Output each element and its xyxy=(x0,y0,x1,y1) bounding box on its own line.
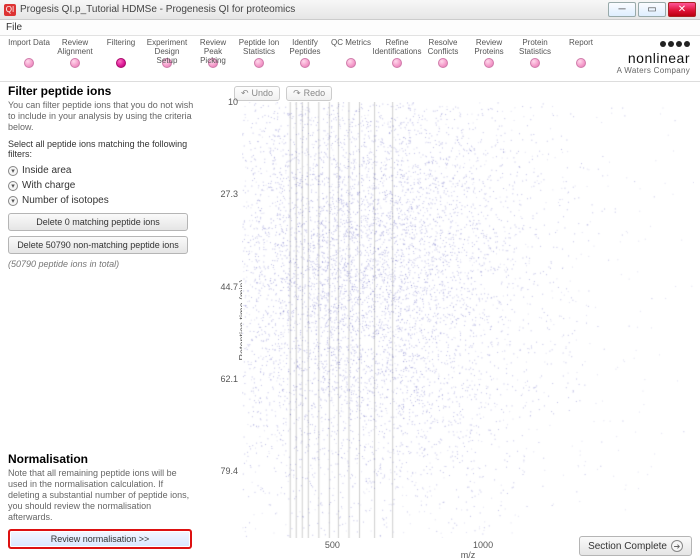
expander-label: Inside area xyxy=(22,165,71,176)
step-label: Peptide Ion Statistics xyxy=(236,38,282,56)
review-normalisation-button[interactable]: Review normalisation >> xyxy=(8,529,192,549)
scatter-plot: Retention time (min) 1027.344.762.179.4 xyxy=(202,102,694,538)
undo-label: Undo xyxy=(252,88,274,98)
step-dot-icon xyxy=(24,58,34,68)
step-dot-icon xyxy=(346,58,356,68)
undo-icon: ↶ xyxy=(241,88,249,99)
undo-button[interactable]: ↶ Undo xyxy=(234,86,280,101)
step-label: QC Metrics xyxy=(328,38,374,56)
step-dot-icon xyxy=(254,58,264,68)
step-label: Identify Peptides xyxy=(282,38,328,56)
step-dot-icon xyxy=(438,58,448,68)
workflow-step-review-proteins[interactable]: Review Proteins xyxy=(466,38,512,68)
workflow-steps: Import DataReview AlignmentFilteringExpe… xyxy=(0,36,700,82)
expander-with-charge[interactable]: ▾ With charge xyxy=(8,178,194,193)
workflow-step-review-peak-picking[interactable]: Review Peak Picking xyxy=(190,38,236,68)
step-label: Resolve Conflicts xyxy=(420,38,466,56)
redo-icon: ↷ xyxy=(293,88,301,99)
window-title: Progesis QI.p_Tutorial HDMSe - Progenesi… xyxy=(20,4,295,15)
chart-toolbar: ↶ Undo ↷ Redo xyxy=(202,82,700,102)
y-tick: 79.4 xyxy=(220,466,238,476)
x-tick: 500 xyxy=(325,540,340,550)
redo-label: Redo xyxy=(304,88,326,98)
arrow-right-icon: ➔ xyxy=(671,540,683,552)
brand-name: nonlinear xyxy=(617,50,690,66)
section-complete-label: Section Complete xyxy=(588,541,667,552)
app-icon: QI xyxy=(4,4,16,16)
y-tick: 44.7 xyxy=(220,282,238,292)
workflow-step-peptide-ion-statistics[interactable]: Peptide Ion Statistics xyxy=(236,38,282,68)
filters-lead: Select all peptide ions matching the fol… xyxy=(8,139,194,159)
delete-nonmatching-button[interactable]: Delete 50790 non-matching peptide ions xyxy=(8,236,188,254)
step-label: Import Data xyxy=(6,38,52,56)
delete-matching-button[interactable]: Delete 0 matching peptide ions xyxy=(8,213,188,231)
y-tick: 62.1 xyxy=(220,374,238,384)
filter-help: You can filter peptide ions that you do … xyxy=(8,100,194,133)
step-dot-icon xyxy=(70,58,80,68)
step-label: Refine Identifications xyxy=(374,38,420,56)
brand-block: nonlinear A Waters Company xyxy=(617,38,690,75)
workflow-step-refine-identifications[interactable]: Refine Identifications xyxy=(374,38,420,68)
step-dot-icon xyxy=(576,58,586,68)
total-note: (50790 peptide ions in total) xyxy=(8,259,194,269)
step-dot-icon xyxy=(300,58,310,68)
step-label: Report xyxy=(558,38,604,56)
step-label: Review Alignment xyxy=(52,38,98,56)
expander-label: Number of isotopes xyxy=(22,195,109,206)
redo-button[interactable]: ↷ Redo xyxy=(286,86,332,101)
y-tick: 10 xyxy=(228,97,238,107)
normalisation-help: Note that all remaining peptide ions wil… xyxy=(8,468,194,523)
filter-title: Filter peptide ions xyxy=(8,84,194,98)
workflow-step-protein-statistics[interactable]: Protein Statistics xyxy=(512,38,558,68)
workflow-step-identify-peptides[interactable]: Identify Peptides xyxy=(282,38,328,68)
expander-number-of-isotopes[interactable]: ▾ Number of isotopes xyxy=(8,193,194,208)
step-label: Filtering xyxy=(98,38,144,56)
chevron-down-icon: ▾ xyxy=(8,196,18,206)
normalisation-title: Normalisation xyxy=(8,452,194,466)
window-titlebar: QI Progesis QI.p_Tutorial HDMSe - Progen… xyxy=(0,0,700,20)
chevron-down-icon: ▾ xyxy=(8,166,18,176)
step-label: Experiment Design Setup xyxy=(144,38,190,56)
workflow-step-import-data[interactable]: Import Data xyxy=(6,38,52,68)
workflow-step-experiment-design-setup[interactable]: Experiment Design Setup xyxy=(144,38,190,68)
x-tick: 1000 xyxy=(473,540,493,550)
brand-sub: A Waters Company xyxy=(617,66,690,75)
chevron-down-icon: ▾ xyxy=(8,181,18,191)
brand-dots-icon xyxy=(617,38,690,50)
expander-inside-area[interactable]: ▾ Inside area xyxy=(8,163,194,178)
y-axis-ticks: 1027.344.762.179.4 xyxy=(214,102,240,538)
chart-panel: ↶ Undo ↷ Redo Retention time (min) 1027.… xyxy=(202,82,700,560)
workflow-step-filtering[interactable]: Filtering xyxy=(98,38,144,68)
step-label: Review Proteins xyxy=(466,38,512,56)
step-dot-icon xyxy=(392,58,402,68)
window-close-button[interactable]: ✕ xyxy=(668,2,696,17)
workflow-step-qc-metrics[interactable]: QC Metrics xyxy=(328,38,374,68)
left-panel: Filter peptide ions You can filter pepti… xyxy=(0,82,202,560)
workflow-step-review-alignment[interactable]: Review Alignment xyxy=(52,38,98,68)
step-dot-icon xyxy=(116,58,126,68)
step-label: Review Peak Picking xyxy=(190,38,236,56)
workflow-step-report[interactable]: Report xyxy=(558,38,604,68)
menubar: File xyxy=(0,20,700,36)
step-dot-icon xyxy=(484,58,494,68)
expander-label: With charge xyxy=(22,180,75,191)
section-complete-button[interactable]: Section Complete ➔ xyxy=(579,536,692,556)
menu-file[interactable]: File xyxy=(6,22,22,33)
window-maximize-button[interactable]: ▭ xyxy=(638,2,666,17)
window-minimize-button[interactable]: ─ xyxy=(608,2,636,17)
workflow-step-resolve-conflicts[interactable]: Resolve Conflicts xyxy=(420,38,466,68)
step-dot-icon xyxy=(530,58,540,68)
y-tick: 27.3 xyxy=(220,189,238,199)
step-label: Protein Statistics xyxy=(512,38,558,56)
